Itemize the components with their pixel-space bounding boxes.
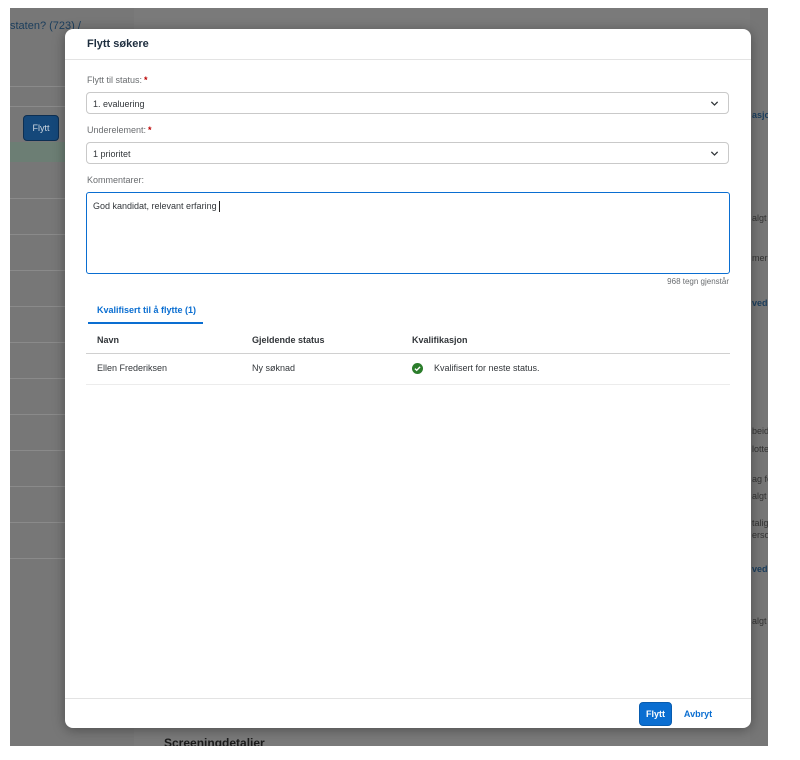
background-text: vedl [752,298,768,308]
comments-textarea[interactable]: God kandidat, relevant erfaring [86,192,730,274]
cell-current-status: Ny søknad [252,363,296,373]
comments-value: God kandidat, relevant erfaring [93,201,217,211]
background-text: algt [752,491,767,501]
chevron-down-icon[interactable] [710,99,719,108]
subelement-select[interactable]: 1 prioritet [86,142,729,164]
status-select-value: 1. evaluering [93,99,145,109]
cancel-button[interactable]: Avbryt [679,702,717,726]
background-section-heading: Screeningdetaljer [164,736,265,746]
comments-label: Kommentarer: [87,175,145,185]
tab-qualified-to-move[interactable]: Kvalifisert til å flytte (1) [97,305,196,315]
character-counter: 968 tegn gjenstår [667,277,729,286]
subelement-select-value: 1 prioritet [93,149,131,159]
row-divider [86,384,730,385]
status-select[interactable]: 1. evaluering [86,92,729,114]
required-marker: * [148,125,152,135]
header-divider [86,353,730,354]
background-text: mer [752,253,768,263]
required-marker: * [144,75,148,85]
check-circle-icon [412,363,423,374]
status-label-text: Flytt til status: [87,75,143,85]
background-text: vedl [752,564,768,574]
comments-text: God kandidat, relevant erfaring [93,201,220,213]
subelement-label: Underelement: * [87,125,152,135]
background-text: beid [752,426,768,436]
background-text: algt [752,616,767,626]
background-text: algt [752,213,767,223]
move-button[interactable]: Flytt [639,702,672,726]
background-text: lotte [752,444,768,454]
background-text: asjo [752,110,768,120]
background-text: erso [752,530,768,540]
column-header-name: Navn [97,335,120,345]
background-move-button: Flytt [23,115,59,141]
dialog-title: Flytt søkere [87,38,149,50]
tab-underline [88,322,203,324]
background-text: talig [752,518,768,528]
column-header-qualification: Kvalifikasjon [412,335,468,345]
move-applicants-dialog: Flytt søkere Flytt til status: * 1. evalu… [65,29,751,728]
subelement-label-text: Underelement: [87,125,147,135]
cell-qualification: Kvalifisert for neste status. [434,363,540,373]
background-detail-panel: asjo algt mer vedl beid lotte ag fo algt… [750,8,768,746]
cell-applicant-name: Ellen Frederiksen [97,363,168,373]
status-label: Flytt til status: * [87,75,148,85]
dialog-header: Flytt søkere [65,29,751,60]
text-cursor [218,201,220,213]
background-text: ag fo [752,474,768,484]
column-header-current-status: Gjeldende status [252,335,325,345]
chevron-down-icon[interactable] [710,149,719,158]
